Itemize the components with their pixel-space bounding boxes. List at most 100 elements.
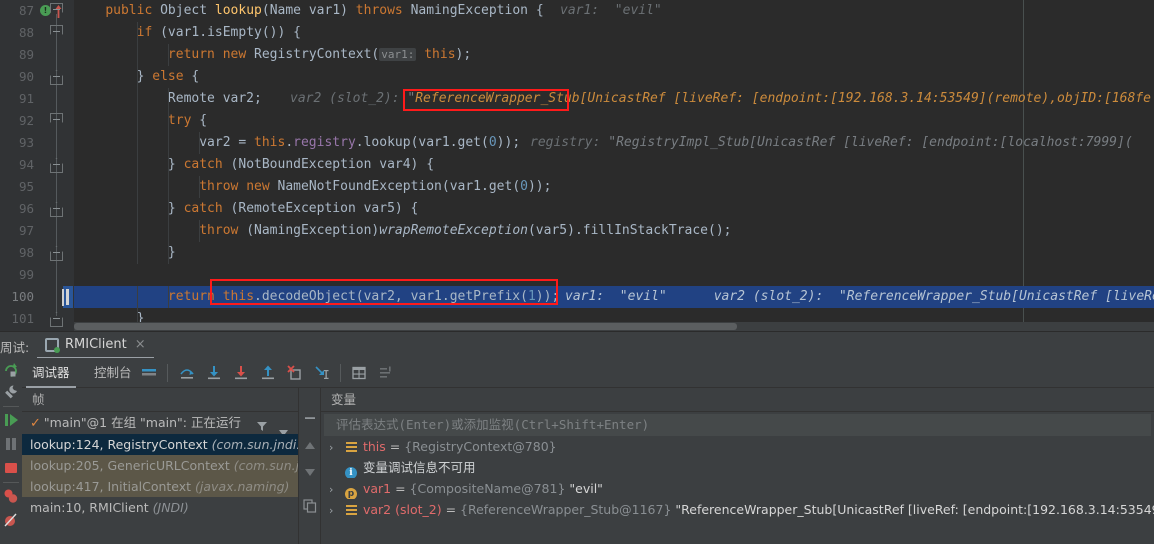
code-fold-marker[interactable] [50, 113, 63, 128]
code-fold-marker[interactable] [50, 158, 63, 173]
view-breakpoints-icon[interactable] [3, 488, 19, 504]
rerun-icon[interactable] [3, 362, 19, 378]
line-number[interactable]: 96 [0, 198, 34, 220]
line-number[interactable]: 97 [0, 220, 34, 242]
code-editor[interactable]: 87! public Object lookup(Name var1) thro… [0, 0, 1154, 331]
variable-row[interactable]: › p var1 = {CompositeName@781} "evil" [321, 478, 1154, 499]
code-text[interactable]: return new RegistryContext(var1: this); [74, 44, 471, 66]
code-line-93[interactable]: 93 var2 = this.registry.lookup(var1.get(… [0, 132, 1154, 154]
code-text[interactable]: } catch (RemoteException var5) { [74, 198, 418, 220]
show-execution-point-icon[interactable] [140, 364, 158, 382]
expand-chevron-icon[interactable]: › [329, 500, 343, 520]
line-number[interactable]: 94 [0, 154, 34, 176]
variable-row[interactable]: i 变量调试信息不可用 [321, 457, 1154, 478]
line-number[interactable]: 93 [0, 132, 34, 154]
edit-configuration-icon[interactable] [3, 384, 19, 400]
line-number[interactable]: 89 [0, 44, 34, 66]
code-line-87[interactable]: 87! public Object lookup(Name var1) thro… [0, 0, 1154, 22]
code-fold-marker[interactable] [50, 25, 63, 40]
code-text[interactable]: throw (NamingException)wrapRemoteExcepti… [74, 220, 731, 242]
mute-breakpoints-side-icon[interactable] [3, 512, 19, 528]
code-line-100[interactable]: 100 return this.decodeObject(var2, var1.… [0, 286, 1154, 308]
editor-horizontal-scrollbar[interactable] [74, 322, 1154, 331]
expand-chevron-icon[interactable]: › [329, 437, 343, 457]
code-line-96[interactable]: 96 } catch (RemoteException var5) { [0, 198, 1154, 220]
code-line-91[interactable]: 91 Remote var2; var2 (slot_2): "Reference… [0, 88, 1154, 110]
code-line-95[interactable]: 95 throw new NameNotFoundException(var1.… [0, 176, 1154, 198]
stop-icon[interactable] [3, 460, 19, 476]
code-line-89[interactable]: 89 return new RegistryContext(var1: this… [0, 44, 1154, 66]
evaluate-expression-input[interactable]: 评估表达式(Enter)或添加监视(Ctrl+Shift+Enter) [324, 414, 1151, 436]
code-line-99[interactable]: 99 [0, 264, 1154, 286]
run-to-cursor-icon[interactable] [313, 364, 331, 382]
code-fold-marker[interactable] [50, 246, 63, 261]
copy-icon[interactable] [302, 498, 318, 514]
code-line-94[interactable]: 94 } catch (NotBoundException var4) { [0, 154, 1154, 176]
variables-list[interactable]: › this = {RegistryContext@780} i 变量调试信息不可… [321, 436, 1154, 520]
close-icon[interactable]: × [135, 337, 146, 352]
hint-value: "RegistryImpl_Stub[UnicastRef [liveRef: … [600, 135, 1133, 150]
code-line-98[interactable]: 98 } [0, 242, 1154, 264]
code-text[interactable]: if (var1.isEmpty()) { [74, 22, 301, 44]
filter-icon[interactable] [256, 417, 268, 431]
scrollbar-thumb[interactable] [74, 323, 737, 330]
code-text[interactable]: } [74, 242, 176, 264]
frames-side-toolbar[interactable] [298, 388, 320, 544]
debugger-toolbar[interactable]: 调试器 控制台 [0, 358, 1154, 388]
code-line-90[interactable]: 90 } else { [0, 66, 1154, 88]
frame-list[interactable]: lookup:124, RegistryContext (com.sun.jnd… [22, 434, 298, 518]
resume-program-icon[interactable] [3, 412, 19, 428]
force-step-into-icon[interactable] [232, 364, 250, 382]
line-number[interactable]: 95 [0, 176, 34, 198]
pause-program-icon[interactable] [3, 436, 19, 452]
move-down-icon[interactable] [302, 464, 318, 480]
code-line-92[interactable]: 92 try { [0, 110, 1154, 132]
mute-breakpoints-icon[interactable] [377, 364, 395, 382]
code-text[interactable]: public Object lookup(Name var1) throws N… [74, 0, 543, 22]
line-number[interactable]: 87 [0, 0, 34, 22]
code-fold-marker[interactable] [50, 202, 63, 217]
tab-console[interactable]: 控制台 [88, 358, 138, 388]
frame-list-item[interactable]: lookup:417, InitialContext (javax.naming… [22, 476, 298, 497]
tab-rmiclient[interactable]: RMIClient × [37, 332, 154, 359]
line-number[interactable]: 100 [0, 286, 34, 308]
code-text[interactable]: var2 = this.registry.lookup(var1.get(0))… [74, 132, 520, 154]
frame-list-item[interactable]: lookup:124, RegistryContext (com.sun.jnd… [22, 434, 298, 455]
code-text[interactable]: try { [74, 110, 207, 132]
code-fold-marker[interactable] [50, 312, 63, 327]
expand-chevron-icon[interactable]: › [329, 479, 343, 499]
step-into-icon[interactable] [205, 364, 223, 382]
code-line-97[interactable]: 97 throw (NamingException)wrapRemoteExce… [0, 220, 1154, 242]
minus-icon[interactable] [302, 410, 318, 426]
move-up-icon[interactable] [302, 438, 318, 454]
line-number[interactable]: 92 [0, 110, 34, 132]
frame-list-item[interactable]: lookup:205, GenericURLContext (com.sun.j… [22, 455, 298, 476]
step-out-icon[interactable] [259, 364, 277, 382]
line-number[interactable]: 90 [0, 66, 34, 88]
breakpoint-icon[interactable]: ! [40, 5, 51, 16]
line-number[interactable]: 88 [0, 22, 34, 44]
variable-row[interactable]: › var2 (slot_2) = {ReferenceWrapper_Stub… [321, 499, 1154, 520]
chevron-down-icon[interactable] [279, 421, 288, 434]
debug-side-toolbar[interactable] [0, 358, 22, 544]
line-number[interactable]: 91 [0, 88, 34, 110]
code-fold-marker[interactable] [50, 70, 63, 85]
code-token: (RemoteException var5) { [222, 201, 419, 216]
line-number[interactable]: 98 [0, 242, 34, 264]
evaluate-expression-icon[interactable] [350, 364, 368, 382]
code-text[interactable]: throw new NameNotFoundException(var1.get… [74, 176, 551, 198]
frames-panel[interactable]: 帧 ✓ "main"@1 在组 "main": 正在运行 lookup:124, … [22, 388, 298, 544]
step-over-icon[interactable] [178, 364, 196, 382]
variables-panel[interactable]: 变量 评估表达式(Enter)或添加监视(Ctrl+Shift+Enter) ›… [320, 388, 1154, 544]
drop-frame-icon[interactable] [286, 364, 304, 382]
code-text[interactable]: return this.decodeObject(var2, var1.getP… [74, 286, 559, 308]
code-lines[interactable]: 87! public Object lookup(Name var1) thro… [0, 0, 1154, 330]
thread-selector[interactable]: ✓ "main"@1 在组 "main": 正在运行 [22, 412, 298, 434]
line-number[interactable]: 101 [0, 308, 34, 330]
code-text[interactable]: } catch (NotBoundException var4) { [74, 154, 434, 176]
tab-debugger[interactable]: 调试器 [26, 358, 76, 388]
variable-row[interactable]: › this = {RegistryContext@780} [321, 436, 1154, 457]
frame-list-item[interactable]: main:10, RMIClient (JNDI) [22, 497, 298, 518]
line-number[interactable]: 99 [0, 264, 34, 286]
code-line-88[interactable]: 88 if (var1.isEmpty()) { [0, 22, 1154, 44]
